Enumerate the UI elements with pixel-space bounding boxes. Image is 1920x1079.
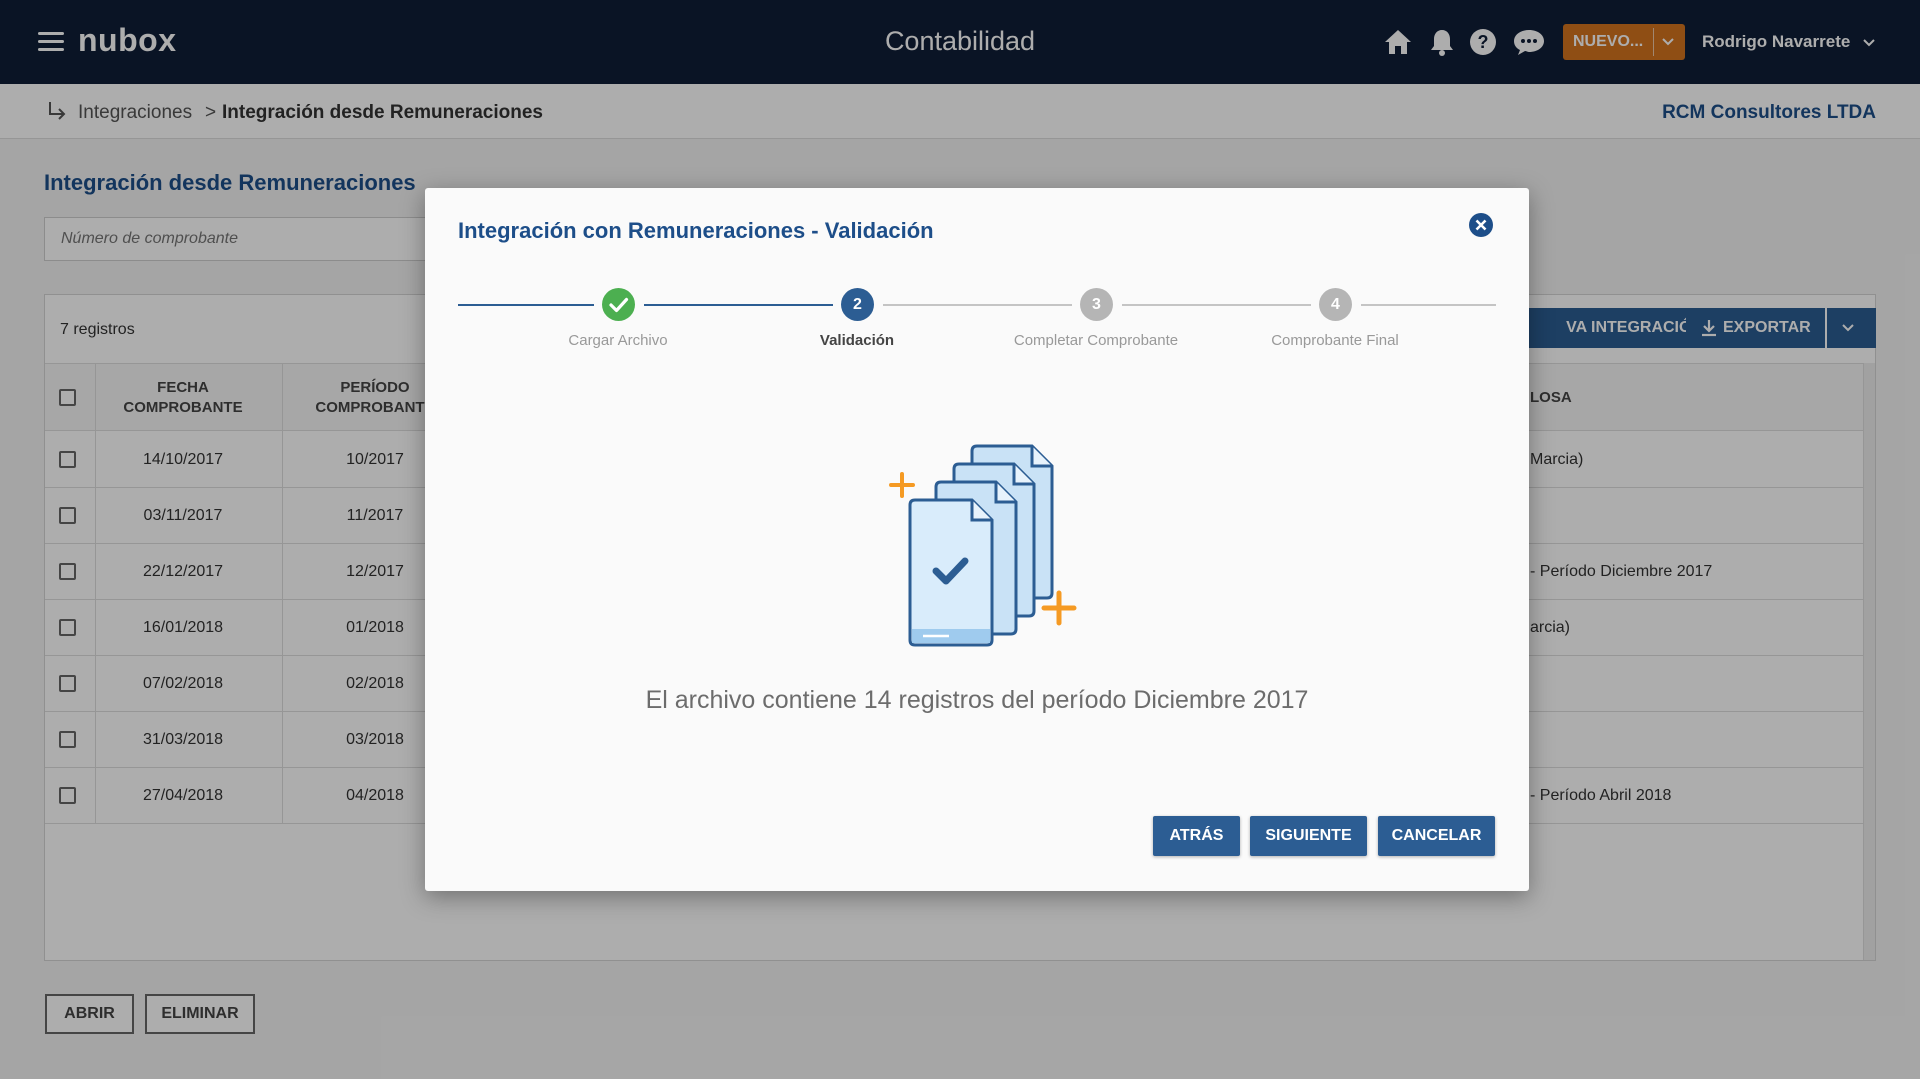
step-label: Validación [819,332,895,349]
validated-documents-illustration [889,444,1077,647]
step-label: Completar Comprobante [1013,332,1179,349]
step-4-pending: 4 [1319,288,1352,321]
wizard-stepper: 2 3 4 Cargar Archivo Validación Completa… [458,288,1496,349]
step-connector [883,304,1072,306]
step-label: Comprobante Final [1271,332,1399,349]
step-connector [644,304,833,306]
close-icon[interactable] [1468,212,1494,238]
cancel-button[interactable]: CANCELAR [1378,816,1495,856]
step-label: Cargar Archivo [568,332,668,349]
step-connector [1361,304,1496,306]
validation-message: El archivo contiene 14 registros del per… [645,686,1309,714]
modal-title: Integración con Remuneraciones - Validac… [458,218,934,243]
step-connector [1122,304,1311,306]
next-button[interactable]: SIGUIENTE [1250,816,1367,856]
validation-modal: Integración con Remuneraciones - Validac… [425,188,1529,891]
step-connector [458,304,594,306]
sparkle-icon [889,472,915,498]
document-check-icon [908,498,994,647]
step-1-done [602,288,635,321]
back-button[interactable]: ATRÁS [1153,816,1240,856]
check-icon [609,297,629,313]
step-3-pending: 3 [1080,288,1113,321]
step-2-active: 2 [841,288,874,321]
